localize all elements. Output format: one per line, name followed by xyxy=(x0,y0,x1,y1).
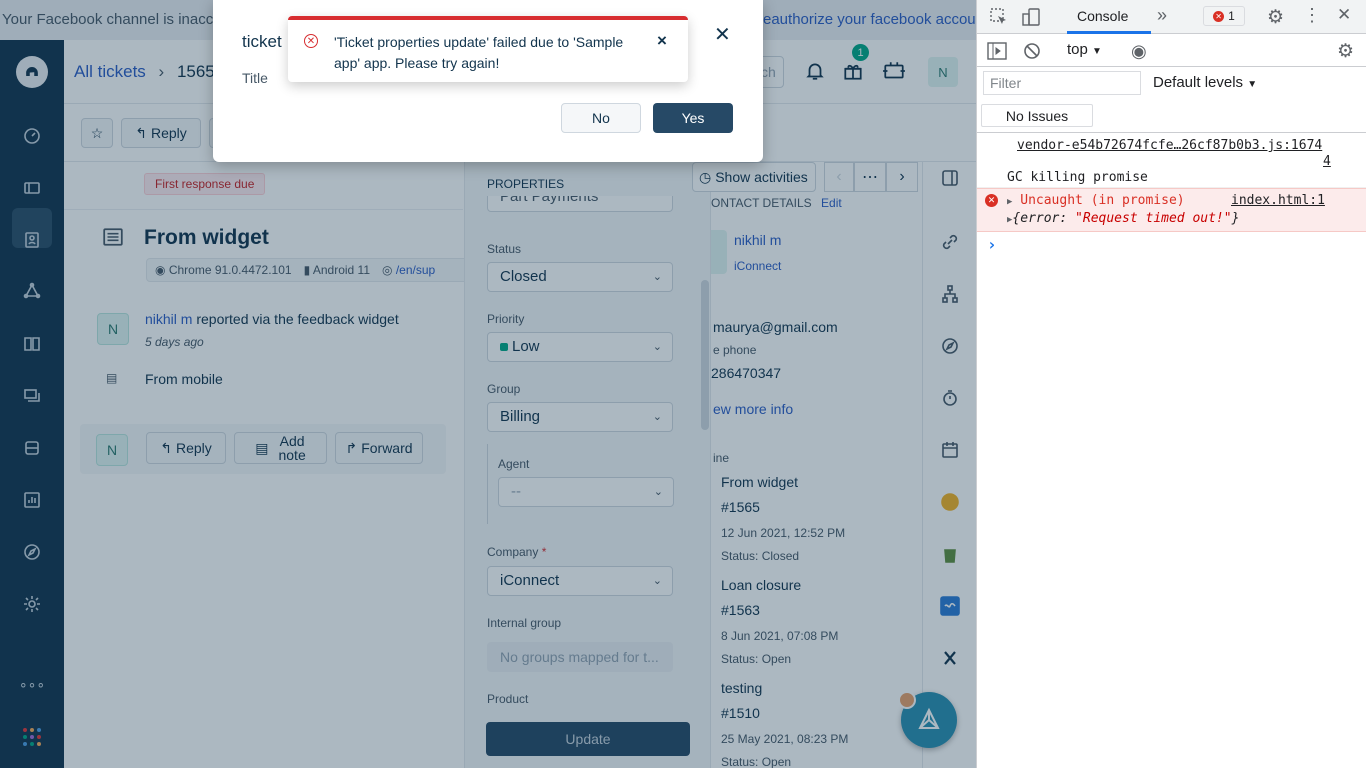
dropdown-arrow-icon: ▼ xyxy=(1247,79,1258,90)
console-log-entry: vendor-e54b72674fcfe…26cf87b0b3.js:1674 … xyxy=(977,134,1366,188)
error-icon: ✕ xyxy=(985,194,998,207)
modal-field-label: Title xyxy=(242,70,268,86)
more-tabs-icon[interactable]: » xyxy=(1157,5,1167,26)
modal-close-icon[interactable]: ✕ xyxy=(714,22,731,47)
log-levels-select[interactable]: Default levels ▼ xyxy=(1153,74,1257,91)
context-select[interactable]: top ▼ xyxy=(1067,41,1102,58)
error-object-key: {error: xyxy=(1012,211,1076,226)
issues-row: No Issues xyxy=(977,100,1366,133)
console-prompt[interactable]: › xyxy=(987,235,997,254)
devtools-tabbar: Console » ✕ 1 ⚙ ⋮ ✕ xyxy=(977,0,1366,34)
error-message-text: Uncaught (in promise) xyxy=(1020,193,1185,208)
yes-button[interactable]: Yes xyxy=(653,103,733,133)
toast-line-2: app' app. Please try again! xyxy=(334,55,500,71)
log-levels-value: Default levels xyxy=(1153,74,1244,91)
inspect-element-icon[interactable] xyxy=(989,7,1009,32)
expand-arrow-icon[interactable]: ▶ xyxy=(1007,197,1012,207)
clear-console-icon[interactable] xyxy=(1023,42,1041,65)
no-button[interactable]: No xyxy=(561,103,641,133)
error-count: 1 xyxy=(1228,9,1235,23)
eye-icon[interactable]: ◉ xyxy=(1131,41,1147,62)
error-source-link[interactable]: index.html:1 xyxy=(1231,193,1325,208)
tab-console[interactable]: Console xyxy=(1077,8,1128,24)
toast-close-icon[interactable]: × xyxy=(657,31,667,51)
kebab-menu-icon[interactable]: ⋮ xyxy=(1303,5,1321,26)
error-count-badge[interactable]: ✕ 1 xyxy=(1203,6,1245,26)
sidebar-toggle-icon[interactable] xyxy=(987,42,1007,65)
gear-icon[interactable]: ⚙ xyxy=(1267,6,1284,29)
log-source-link-cont[interactable]: 4 xyxy=(1323,154,1331,169)
error-object[interactable]: ▶{error: "Request timed out!"} xyxy=(1007,211,1239,226)
toast-line-1: 'Ticket properties update' failed due to… xyxy=(334,34,624,50)
error-icon: ✕ xyxy=(1213,10,1225,22)
console-error-entry: ✕ ▶ Uncaught (in promise) index.html:1 ▶… xyxy=(977,188,1366,232)
context-value: top xyxy=(1067,41,1088,58)
error-icon: ✕ xyxy=(304,34,318,48)
log-message: GC killing promise xyxy=(1007,170,1148,185)
error-toast: ✕ 'Ticket properties update' failed due … xyxy=(288,16,688,82)
error-object-value: "Request timed out!" xyxy=(1075,211,1232,226)
modal-title: ticket xyxy=(242,32,282,51)
error-object-end: } xyxy=(1231,211,1240,226)
close-devtools-icon[interactable]: ✕ xyxy=(1337,5,1351,25)
dropdown-arrow-icon: ▼ xyxy=(1092,46,1102,57)
toast-message: 'Ticket properties update' failed due to… xyxy=(334,32,623,74)
filter-row: Filter Default levels ▼ xyxy=(977,67,1366,100)
device-toolbar-icon[interactable] xyxy=(1021,7,1041,32)
console-toolbar: top ▼ ◉ ⚙ xyxy=(977,34,1366,67)
devtools-panel: Console » ✕ 1 ⚙ ⋮ ✕ top ▼ ◉ ⚙ Filter Defa… xyxy=(976,0,1366,768)
no-issues-button[interactable]: No Issues xyxy=(981,104,1093,127)
error-message[interactable]: ▶ Uncaught (in promise) xyxy=(1007,193,1185,208)
console-settings-icon[interactable]: ⚙ xyxy=(1337,40,1354,63)
log-source-link[interactable]: vendor-e54b72674fcfe…26cf87b0b3.js:1674 xyxy=(1017,138,1322,153)
filter-input[interactable]: Filter xyxy=(983,71,1141,95)
